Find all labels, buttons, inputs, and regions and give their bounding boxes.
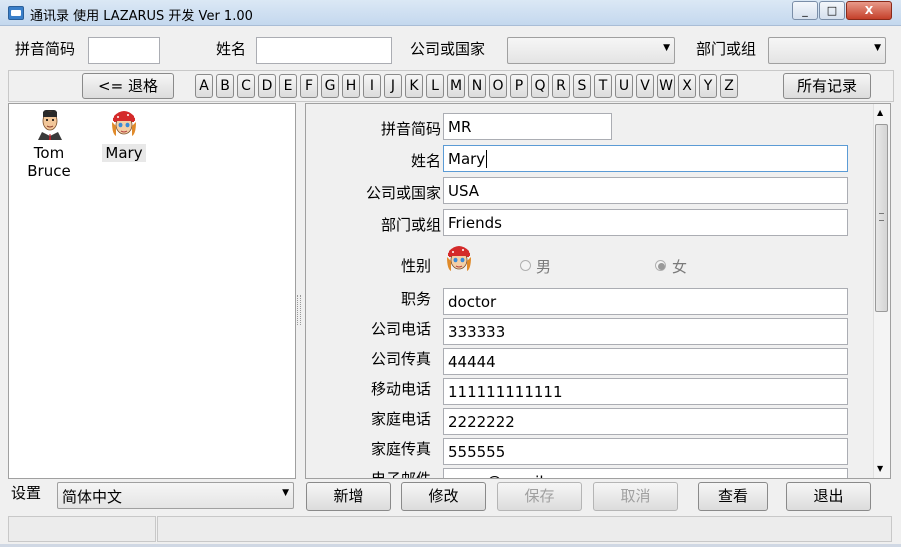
office-fax-label: 公司传真 (370, 350, 431, 368)
text-cursor (486, 150, 488, 168)
home-phone-label: 家庭电话 (370, 410, 431, 428)
letter-button-z[interactable]: Z (720, 74, 738, 98)
letter-button-w[interactable]: W (657, 74, 675, 98)
mobile-label: 移动电话 (370, 380, 431, 398)
search-dept-select[interactable]: ▼ (768, 37, 886, 64)
female-radio-label: 女 (672, 258, 688, 276)
letter-button-e[interactable]: E (279, 74, 297, 98)
search-company-label: 公司或国家 (410, 40, 486, 58)
save-button[interactable]: 保存 (497, 482, 582, 511)
male-radio[interactable] (520, 260, 531, 271)
name-input[interactable]: Mary (443, 145, 848, 172)
female-avatar-icon (443, 243, 475, 275)
letter-button-d[interactable]: D (258, 74, 276, 98)
letter-button-v[interactable]: V (636, 74, 654, 98)
home-phone-input[interactable]: 2222222 (443, 408, 848, 435)
letter-button-l[interactable]: L (426, 74, 444, 98)
home-fax-label: 家庭传真 (370, 440, 431, 458)
cancel-button[interactable]: 取消 (593, 482, 678, 511)
office-phone-input[interactable]: 333333 (443, 318, 848, 345)
home-fax-input[interactable]: 555555 (443, 438, 848, 465)
position-input[interactable]: doctor (443, 288, 848, 315)
letter-button-r[interactable]: R (552, 74, 570, 98)
status-panel (157, 516, 892, 542)
letter-button-x[interactable]: X (678, 74, 696, 98)
search-name-input[interactable] (256, 37, 392, 64)
letter-button-o[interactable]: O (489, 74, 507, 98)
letter-button-n[interactable]: N (468, 74, 486, 98)
letter-button-c[interactable]: C (237, 74, 255, 98)
splitter-handle[interactable] (297, 295, 301, 325)
chevron-down-icon: ▼ (874, 43, 881, 53)
add-button[interactable]: 新增 (306, 482, 391, 511)
female-radio[interactable] (655, 260, 666, 271)
back-button[interactable]: <= 退格 (82, 73, 174, 99)
letter-button-m[interactable]: M (447, 74, 465, 98)
all-records-button[interactable]: 所有记录 (783, 73, 871, 99)
letter-button-s[interactable]: S (573, 74, 591, 98)
exit-button[interactable]: 退出 (786, 482, 871, 511)
close-button[interactable]: X (846, 1, 892, 20)
scroll-up-icon[interactable]: ▲ (877, 108, 883, 117)
name-label: 姓名 (410, 152, 441, 170)
letter-button-t[interactable]: T (594, 74, 612, 98)
app-icon (8, 6, 24, 20)
office-phone-label: 公司电话 (370, 320, 431, 338)
edit-button[interactable]: 修改 (401, 482, 486, 511)
company-label: 公司或国家 (365, 184, 441, 202)
gender-label: 性别 (400, 257, 431, 275)
letter-button-q[interactable]: Q (531, 74, 549, 98)
search-name-label: 姓名 (216, 40, 247, 58)
pinyin-input[interactable]: MR (443, 113, 612, 140)
chevron-down-icon: ▼ (282, 488, 289, 498)
maximize-button[interactable]: □ (819, 1, 845, 20)
contact-name[interactable]: Mary (102, 144, 146, 162)
letter-button-u[interactable]: U (615, 74, 633, 98)
letter-button-f[interactable]: F (300, 74, 318, 98)
name-input-value: Mary (448, 150, 486, 168)
search-pinyin-label: 拼音简码 (15, 40, 76, 58)
letter-button-p[interactable]: P (510, 74, 528, 98)
letter-button-j[interactable]: J (384, 74, 402, 98)
female-avatar-icon[interactable] (108, 108, 140, 140)
position-label: 职务 (400, 290, 431, 308)
office-fax-input[interactable]: 44444 (443, 348, 848, 375)
company-input[interactable]: USA (443, 177, 848, 204)
contact-name[interactable]: Tom Bruce (18, 144, 80, 180)
letter-button-k[interactable]: K (405, 74, 423, 98)
scrollbar-thumb[interactable] (875, 124, 888, 312)
mobile-input[interactable]: 111111111111 (443, 378, 848, 405)
letter-button-i[interactable]: I (363, 74, 381, 98)
view-button[interactable]: 查看 (698, 482, 768, 511)
status-panel (8, 516, 156, 542)
letter-button-h[interactable]: H (342, 74, 360, 98)
settings-label: 设置 (11, 484, 42, 502)
letter-button-b[interactable]: B (216, 74, 234, 98)
email-label: 电子邮件 (306, 468, 431, 478)
letter-button-a[interactable]: A (195, 74, 213, 98)
pinyin-label: 拼音简码 (380, 120, 441, 138)
dept-input[interactable]: Friends (443, 209, 848, 236)
grip-icon (879, 213, 884, 221)
email-input[interactable]: mary@gmail.com (443, 468, 848, 478)
language-value: 简体中文 (62, 488, 123, 506)
search-company-select[interactable]: ▼ (507, 37, 675, 64)
dept-label: 部门或组 (380, 216, 441, 234)
search-pinyin-input[interactable] (88, 37, 160, 64)
letter-button-g[interactable]: G (321, 74, 339, 98)
letter-button-y[interactable]: Y (699, 74, 717, 98)
search-dept-label: 部门或组 (696, 40, 757, 58)
male-radio-label: 男 (536, 258, 552, 276)
male-avatar-icon[interactable] (34, 108, 66, 140)
chevron-down-icon: ▼ (663, 43, 670, 53)
window-title: 通讯录 使用 LAZARUS 开发 Ver 1.00 (30, 9, 253, 24)
scroll-down-icon[interactable]: ▼ (877, 464, 883, 473)
detail-scroll-area: 拼音简码 MR 姓名 Mary 公司或国家 USA 部门或组 Friends 性… (306, 104, 872, 478)
language-select[interactable]: 简体中文 ▼ (57, 482, 294, 509)
minimize-button[interactable]: _ (792, 1, 818, 20)
